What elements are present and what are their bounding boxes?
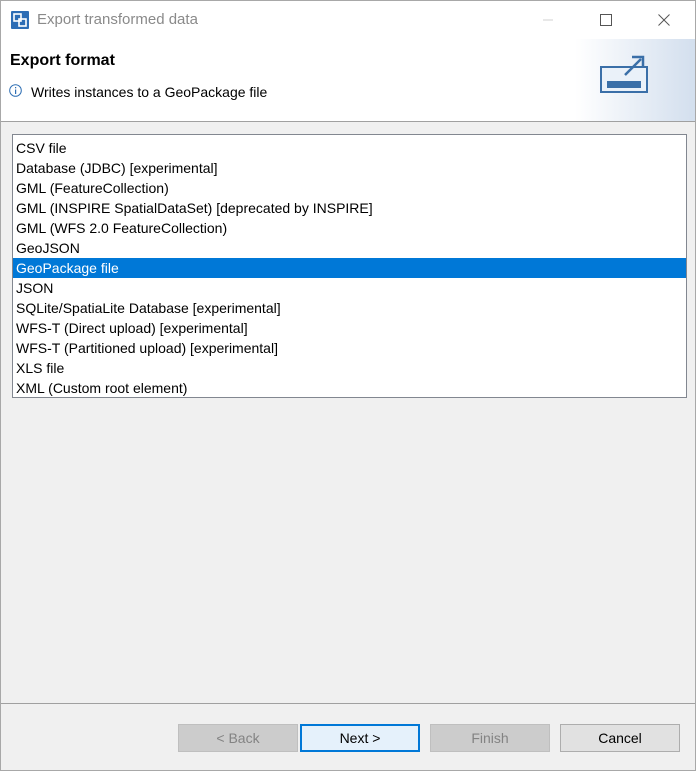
minimize-button[interactable]: [519, 1, 577, 39]
close-icon: [658, 14, 670, 26]
format-list-item[interactable]: GML (WFS 2.0 FeatureCollection): [13, 218, 686, 238]
window-title: Export transformed data: [37, 11, 198, 28]
format-list-item[interactable]: XML (Custom root element): [13, 378, 686, 398]
cancel-button[interactable]: Cancel: [560, 724, 680, 752]
format-list-item[interactable]: XLS file: [13, 358, 686, 378]
export-format-list[interactable]: CSV file Database (JDBC) [experimental] GM…: [12, 134, 687, 398]
format-list-item[interactable]: GeoPackage file: [13, 258, 686, 278]
format-list-item[interactable]: WFS-T (Direct upload) [experimental]: [13, 318, 686, 338]
format-list-item[interactable]: GML (FeatureCollection): [13, 178, 686, 198]
format-list-item[interactable]: CSV file: [13, 138, 686, 158]
export-wizard-window: Export transformed data Export format Wr…: [0, 0, 696, 771]
format-list-item[interactable]: JSON: [13, 278, 686, 298]
format-list-item[interactable]: WFS-T (Partitioned upload) [experimental…: [13, 338, 686, 358]
format-list-item[interactable]: GML (INSPIRE SpatialDataSet) [deprecated…: [13, 198, 686, 218]
info-icon: [9, 84, 22, 97]
maximize-button[interactable]: [577, 1, 635, 39]
format-list-item[interactable]: GeoJSON: [13, 238, 686, 258]
format-list-item[interactable]: SQLite/SpatiaLite Database [experimental…: [13, 298, 686, 318]
maximize-icon: [600, 14, 612, 26]
app-icon: [10, 10, 30, 30]
export-banner-icon: [575, 39, 695, 121]
page-description: Writes instances to a GeoPackage file: [31, 84, 268, 100]
title-bar[interactable]: Export transformed data: [1, 1, 695, 39]
finish-button[interactable]: Finish: [430, 724, 550, 752]
back-button[interactable]: < Back: [178, 724, 298, 752]
format-list-item[interactable]: Database (JDBC) [experimental]: [13, 158, 686, 178]
close-button[interactable]: [635, 1, 693, 39]
page-title: Export format: [10, 52, 115, 69]
wizard-content: CSV file Database (JDBC) [experimental] GM…: [1, 123, 695, 703]
minimize-icon: [543, 19, 553, 21]
wizard-footer: < Back Next > Finish Cancel: [1, 704, 695, 770]
wizard-header: Export format Writes instances to a GeoP…: [1, 39, 695, 122]
next-button[interactable]: Next >: [300, 724, 420, 752]
